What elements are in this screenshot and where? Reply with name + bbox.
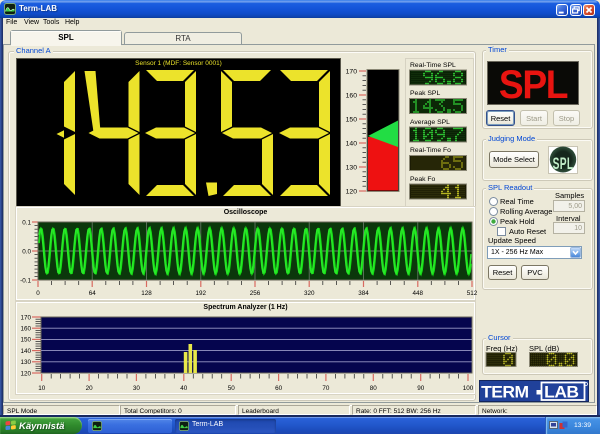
svg-text:TERM: TERM bbox=[481, 383, 529, 401]
svg-text:LAB: LAB bbox=[544, 383, 579, 401]
svg-text:SPL: SPL bbox=[553, 154, 574, 172]
